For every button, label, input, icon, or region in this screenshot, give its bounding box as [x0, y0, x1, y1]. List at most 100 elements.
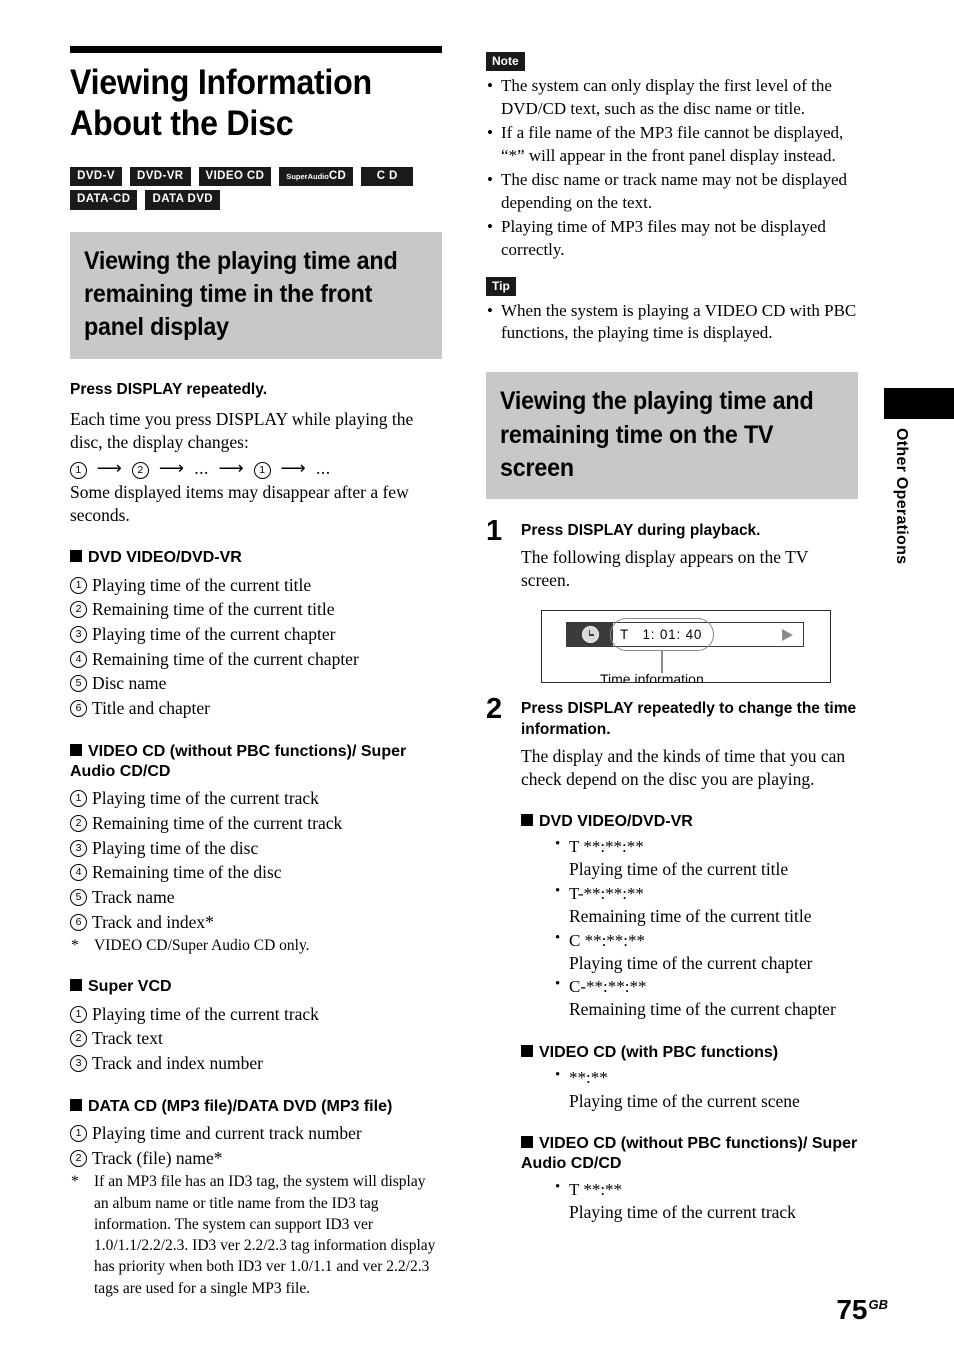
section-heading-tv-screen: Viewing the playing time and remaining t…	[486, 372, 858, 500]
step-heading: Press DISPLAY repeatedly to change the t…	[521, 700, 857, 738]
tv-group-list-video-cd-no-pbc: T **:** Playing time of the current trac…	[521, 1178, 858, 1225]
note-list: The system can only display the first le…	[486, 75, 858, 262]
list-item: 6 Track and index*	[70, 910, 442, 935]
list-item: 5 Track name	[70, 885, 442, 910]
disc-badge-group: DVD-V DVD-VR VIDEO CD SuperAudioCD C D D…	[70, 166, 442, 210]
step-body: The display and the kinds of time that y…	[521, 745, 846, 789]
circled-number: 2	[132, 462, 150, 480]
list-item: 6 Title and chapter	[70, 696, 442, 721]
list-item: If a file name of the MP3 file cannot be…	[486, 122, 858, 168]
group-list-super-vcd: 1 Playing time of the current track 2 Trac…	[70, 1002, 442, 1076]
time-code: C-**:**:**	[555, 975, 858, 998]
list-item: 1 Playing time of the current track	[70, 1002, 442, 1027]
time-code: **:**	[555, 1066, 858, 1089]
list-item: The disc name or track name may not be d…	[486, 169, 858, 215]
list-item: T **:**:** Playing time of the current t…	[555, 835, 858, 882]
list-item: When the system is playing a VIDEO CD wi…	[486, 300, 858, 346]
play-triangle-icon	[782, 628, 793, 641]
list-item: The system can only display the first le…	[486, 75, 858, 121]
disc-badge-data-dvd: DATA DVD	[145, 190, 220, 210]
footnote-marker: *	[71, 1173, 79, 1191]
group-list-video-cd: 1 Playing time of the current track 2 Rema…	[70, 786, 442, 934]
step-body: The following display appears on the TV …	[521, 547, 809, 591]
page-title: Viewing Information About the Disc	[70, 63, 372, 143]
square-bullet-icon	[70, 1098, 82, 1111]
sequence-ellipsis: ...	[194, 458, 209, 479]
list-item: 3 Track and index number	[70, 1051, 442, 1076]
group-heading-data-cd: DATA CD (MP3 file)/DATA DVD (MP3 file)	[70, 1097, 442, 1117]
list-item: 2 Track (file) name*	[70, 1146, 442, 1171]
group-heading-dvd-video: DVD VIDEO/DVD-VR	[70, 548, 442, 568]
square-bullet-icon	[521, 1136, 533, 1149]
front-panel-intro: Each time you press DISPLAY while playin…	[70, 408, 414, 452]
section-heading-tv-screen-text: Viewing the playing time and remaining t…	[500, 387, 814, 482]
page-number-suffix: GB	[868, 1297, 889, 1312]
list-item: 1 Playing time of the current track	[70, 786, 442, 811]
side-tab-marker	[884, 388, 954, 419]
circled-number: 1	[70, 462, 87, 480]
disc-badge-super-audio-cd: SuperAudioCD	[279, 166, 354, 187]
list-item: **:** Playing time of the current scene	[555, 1066, 858, 1113]
list-item: 3 Playing time of the disc	[70, 836, 442, 861]
page-number: 75GB	[836, 1296, 888, 1324]
tv-group-heading-dvd-video: DVD VIDEO/DVD-VR	[521, 812, 858, 832]
clock-icon	[581, 626, 599, 644]
callout-oval	[610, 618, 714, 652]
group-heading-super-vcd: Super VCD	[70, 977, 442, 997]
disc-badge-row-2: DATA-CD DATA DVD	[70, 190, 442, 210]
step-heading: Press DISPLAY during playback.	[521, 522, 761, 540]
footnote-video-cd: * VIDEO CD/Super Audio CD only.	[70, 935, 442, 956]
time-code: T-**:**:**	[555, 882, 858, 905]
group-list-data-cd: 1 Playing time and current track number 2…	[70, 1121, 442, 1170]
tip-tag: Tip	[486, 276, 516, 296]
group-heading-video-cd: VIDEO CD (without PBC functions)/ Super …	[70, 742, 407, 780]
square-bullet-icon	[521, 813, 533, 826]
section-heading-front-panel: Viewing the playing time and remaining t…	[70, 231, 442, 359]
display-sequence: 1 ⟶ 2 ⟶ ... ⟶ 1 ⟶ ...	[70, 456, 442, 481]
disc-badge-row-1: DVD-V DVD-VR VIDEO CD SuperAudioCD C D	[70, 166, 442, 187]
time-desc: Playing time of the current track	[569, 1201, 796, 1222]
section-heading-front-panel-text: Viewing the playing time and remaining t…	[84, 246, 398, 342]
note-block: Note The system can only display the fir…	[486, 52, 858, 262]
side-tab-label: Other Operations	[893, 428, 910, 565]
page-number-value: 75	[836, 1294, 868, 1325]
step-1: 1 Press DISPLAY during playback. The fol…	[486, 517, 858, 684]
circled-number: 1	[253, 462, 271, 480]
time-desc: Playing time of the current chapter	[569, 952, 813, 973]
footnote-data-cd: * If an MP3 file has an ID3 tag, the sys…	[71, 1173, 436, 1297]
time-code: T **:**:**	[555, 835, 858, 858]
tv-group-list-video-cd-pbc: **:** Playing time of the current scene	[521, 1066, 858, 1113]
list-item: T-**:**:** Remaining time of the current…	[555, 882, 858, 929]
square-bullet-icon	[521, 1045, 533, 1058]
list-item: Playing time of MP3 files may not be dis…	[486, 216, 858, 262]
step-number: 1	[486, 515, 503, 548]
tip-block: Tip When the system is playing a VIDEO C…	[486, 276, 858, 346]
tv-group-list-dvd-video: T **:**:** Playing time of the current t…	[521, 835, 858, 1022]
list-item: 5 Disc name	[70, 671, 442, 696]
manual-page: Viewing Information About the Disc DVD-V…	[0, 0, 954, 1352]
tip-list: When the system is playing a VIDEO CD wi…	[486, 300, 858, 346]
title-rule	[70, 46, 442, 53]
list-item: 3 Playing time of the current chapter	[70, 622, 442, 647]
left-column: Viewing Information About the Disc DVD-V…	[70, 46, 442, 1299]
square-bullet-icon	[70, 550, 82, 563]
disc-badge-cd: C D	[361, 166, 414, 187]
list-item: C **:**:** Playing time of the current c…	[555, 929, 858, 976]
right-column: Note The system can only display the fir…	[486, 52, 858, 1225]
disc-badge-video-cd: VIDEO CD	[198, 166, 272, 187]
front-panel-instruction: Press DISPLAY repeatedly.	[70, 380, 268, 398]
sequence-ellipsis: ...	[316, 458, 331, 479]
step-2: 2 Press DISPLAY repeatedly to change the…	[486, 695, 858, 1225]
list-item: 4 Remaining time of the disc	[70, 860, 442, 885]
group-list-dvd-video: 1 Playing time of the current title 2 Rema…	[70, 573, 442, 721]
step-number: 2	[486, 693, 503, 726]
time-desc: Playing time of the current title	[569, 859, 789, 880]
tv-group-heading-video-cd-no-pbc: VIDEO CD (without PBC functions)/ Super …	[521, 1135, 858, 1173]
note-tag: Note	[486, 52, 525, 71]
disc-badge-dvd-v: DVD-V	[70, 166, 122, 187]
front-panel-note: Some displayed items may disappear after…	[70, 481, 409, 525]
clock-cell	[567, 623, 613, 647]
tv-display-figure: T 1: 01: 40 Time information	[541, 610, 831, 684]
list-item: T **:** Playing time of the current trac…	[555, 1178, 858, 1225]
callout-leader-line	[661, 651, 663, 674]
